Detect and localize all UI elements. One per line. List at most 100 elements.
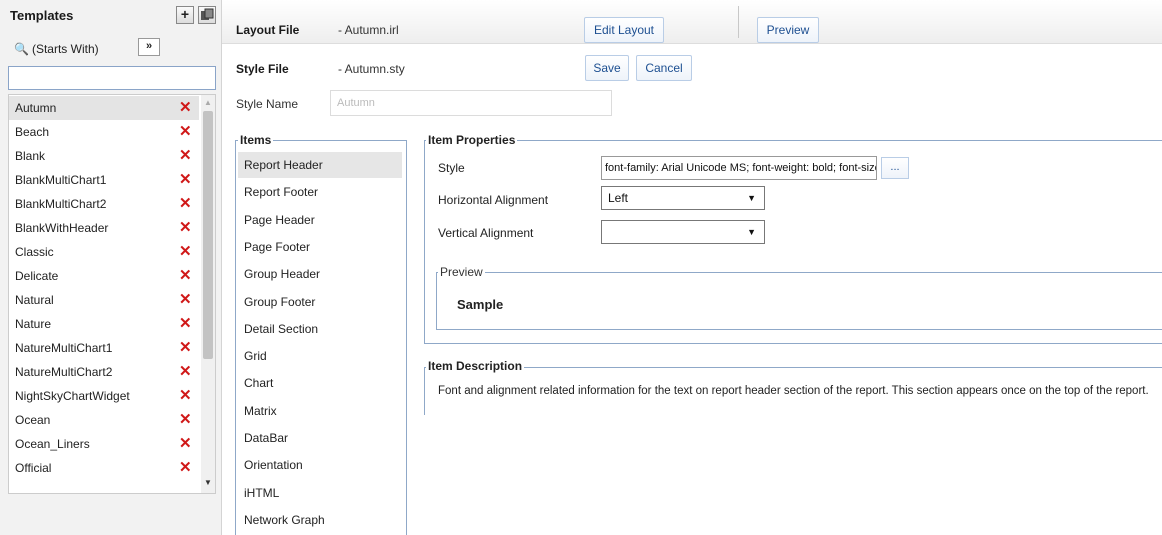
vertical-alignment-select[interactable]: ▼	[601, 220, 765, 244]
delete-icon[interactable]: ✕	[179, 144, 192, 168]
template-list-item[interactable]: Blank ✕	[9, 144, 199, 168]
style-edit-button[interactable]: ...	[881, 157, 909, 179]
save-button[interactable]: Save	[585, 55, 629, 81]
items-list-item[interactable]: Group Header	[238, 261, 402, 287]
template-name: Classic	[15, 245, 54, 259]
template-name: Blank	[15, 149, 46, 163]
preview-button[interactable]: Preview	[757, 17, 819, 43]
template-list-item[interactable]: Beach ✕	[9, 120, 199, 144]
delete-icon[interactable]: ✕	[179, 96, 192, 120]
template-list-item[interactable]: NatureMultiChart1 ✕	[9, 336, 199, 360]
preview-legend: Preview	[438, 265, 485, 279]
style-file-value: - Autumn.sty	[338, 62, 405, 76]
template-name: Ocean_Liners	[15, 437, 90, 451]
delete-icon[interactable]: ✕	[179, 168, 192, 192]
delete-icon[interactable]: ✕	[179, 432, 192, 456]
edit-layout-button[interactable]: Edit Layout	[584, 17, 664, 43]
template-list-item[interactable]: Classic ✕	[9, 240, 199, 264]
item-properties-legend: Item Properties	[426, 133, 518, 147]
delete-icon[interactable]: ✕	[179, 192, 192, 216]
template-list-item[interactable]: Official ✕	[9, 456, 199, 480]
template-list-item[interactable]: Ocean_Liners ✕	[9, 432, 199, 456]
template-list-item[interactable]: BlankMultiChart1 ✕	[9, 168, 199, 192]
template-search-input[interactable]	[8, 66, 216, 90]
add-template-button[interactable]: +	[176, 6, 194, 24]
items-list-item[interactable]: Page Footer	[238, 234, 402, 260]
horizontal-alignment-label: Horizontal Alignment	[438, 193, 549, 207]
style-name-label: Style Name	[236, 97, 299, 111]
layout-file-label: Layout File	[236, 23, 300, 37]
style-label: Style	[438, 161, 465, 175]
delete-icon[interactable]: ✕	[179, 312, 192, 336]
template-list-item[interactable]: Nature ✕	[9, 312, 199, 336]
delete-icon[interactable]: ✕	[179, 120, 192, 144]
horizontal-alignment-value: Left	[608, 191, 629, 205]
templates-panel: Templates + 🔍 (Starts With) » Autumn ✕ Beac…	[0, 0, 222, 535]
style-name-input[interactable]: Autumn	[330, 90, 612, 116]
filter-mode[interactable]: 🔍 (Starts With)	[14, 42, 99, 56]
items-list-item[interactable]: Page Header	[238, 207, 402, 233]
template-name: BlankMultiChart1	[15, 173, 107, 187]
delete-icon[interactable]: ✕	[179, 336, 192, 360]
items-list-item[interactable]: Matrix	[238, 398, 402, 424]
template-name: Beach	[15, 125, 50, 139]
header-divider	[738, 6, 739, 38]
items-list-item[interactable]: Report Footer	[238, 179, 402, 205]
style-file-label: Style File	[236, 62, 289, 76]
search-icon: 🔍	[14, 42, 29, 56]
delete-icon[interactable]: ✕	[179, 240, 192, 264]
scroll-down-icon[interactable]: ▼	[204, 478, 212, 487]
delete-icon[interactable]: ✕	[179, 456, 192, 480]
item-description-text: Font and alignment related information f…	[438, 385, 1149, 397]
plus-icon: +	[180, 6, 190, 22]
template-list-item[interactable]: NatureMultiChart2 ✕	[9, 360, 199, 384]
cancel-button[interactable]: Cancel	[636, 55, 692, 81]
delete-icon[interactable]: ✕	[179, 408, 192, 432]
item-description-legend: Item Description	[426, 359, 525, 373]
template-list: Autumn ✕ Beach ✕ Blank ✕ BlankMultiChart1 ✕ Blan…	[8, 94, 216, 494]
layout-file-value: - Autumn.irl	[338, 23, 399, 37]
filter-toggle-button[interactable]: »	[138, 38, 160, 56]
template-list-item[interactable]: BlankMultiChart2 ✕	[9, 192, 199, 216]
template-name: Official	[15, 461, 52, 475]
delete-icon[interactable]: ✕	[179, 264, 192, 288]
items-list-item[interactable]: iHTML	[238, 480, 402, 506]
template-list-item[interactable]: NightSkyChartWidget ✕	[9, 384, 199, 408]
vertical-alignment-label: Vertical Alignment	[438, 226, 534, 240]
items-list-item[interactable]: Chart	[238, 370, 402, 396]
delete-icon[interactable]: ✕	[179, 384, 192, 408]
items-list-item[interactable]: Orientation	[238, 452, 402, 478]
horizontal-alignment-select[interactable]: Left ▼	[601, 186, 765, 210]
templates-title: Templates	[10, 8, 74, 23]
preview-fieldset	[436, 272, 1162, 330]
template-list-scrollbar[interactable]: ▲ ▼	[201, 95, 215, 493]
style-input[interactable]: font-family: Arial Unicode MS; font-weig…	[601, 156, 877, 180]
delete-icon[interactable]: ✕	[179, 360, 192, 384]
delete-icon[interactable]: ✕	[179, 216, 192, 240]
template-list-item[interactable]: Ocean ✕	[9, 408, 199, 432]
template-list-item[interactable]: Natural ✕	[9, 288, 199, 312]
items-list-item[interactable]: Network Graph	[238, 507, 402, 533]
scroll-up-icon[interactable]: ▲	[204, 98, 212, 107]
items-list-item[interactable]: Grid	[238, 343, 402, 369]
items-list-item[interactable]: Group Footer	[238, 289, 402, 315]
template-list-item[interactable]: Autumn ✕	[9, 96, 199, 120]
chevron-down-icon: ▼	[747, 193, 756, 203]
template-name: BlankWithHeader	[15, 221, 109, 235]
template-list-item[interactable]: Delicate ✕	[9, 264, 199, 288]
delete-icon[interactable]: ✕	[179, 288, 192, 312]
template-name: Delicate	[15, 269, 59, 283]
template-name: NightSkyChartWidget	[15, 389, 130, 403]
template-list-item[interactable]: BlankWithHeader ✕	[9, 216, 199, 240]
preview-sample-text: Sample	[457, 297, 504, 312]
layout-header-bar	[222, 0, 1162, 44]
template-name: Autumn	[15, 101, 57, 115]
scroll-thumb[interactable]	[203, 111, 213, 359]
copy-icon	[201, 8, 214, 20]
items-list-item[interactable]: DataBar	[238, 425, 402, 451]
template-name: NatureMultiChart1	[15, 341, 113, 355]
copy-template-button[interactable]	[198, 6, 216, 24]
template-name: Nature	[15, 317, 52, 331]
items-list-item[interactable]: Detail Section	[238, 316, 402, 342]
items-list-item[interactable]: Report Header	[238, 152, 402, 178]
